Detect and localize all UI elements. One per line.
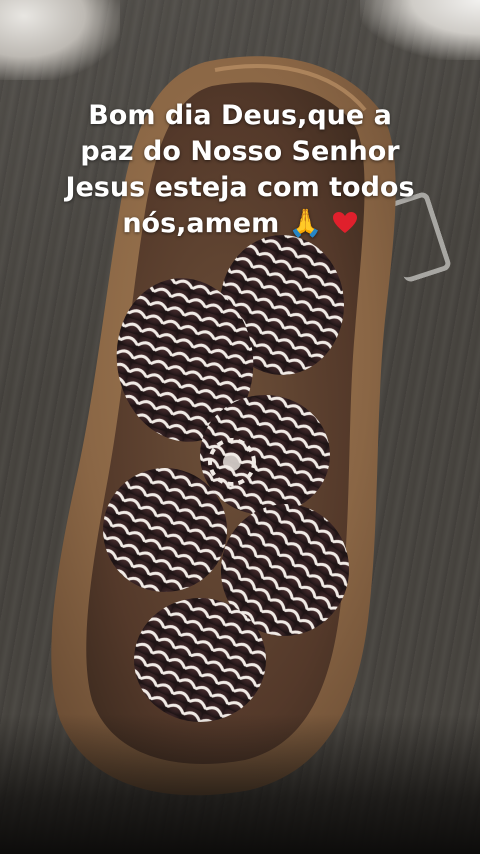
pinecone-icon [134,598,266,722]
heart-icon [332,212,357,233]
pinecone-icon [103,468,227,592]
story-caption: Bom dia Deus,que a paz do Nosso Senhor J… [60,98,420,242]
pinecone-icon [200,395,330,515]
pray-icon: 🙏 [288,208,323,239]
bottom-shadow [0,714,480,854]
caption-text: Bom dia Deus,que a paz do Nosso Senhor J… [65,100,415,239]
story-view: Bom dia Deus,que a paz do Nosso Senhor J… [0,0,480,854]
